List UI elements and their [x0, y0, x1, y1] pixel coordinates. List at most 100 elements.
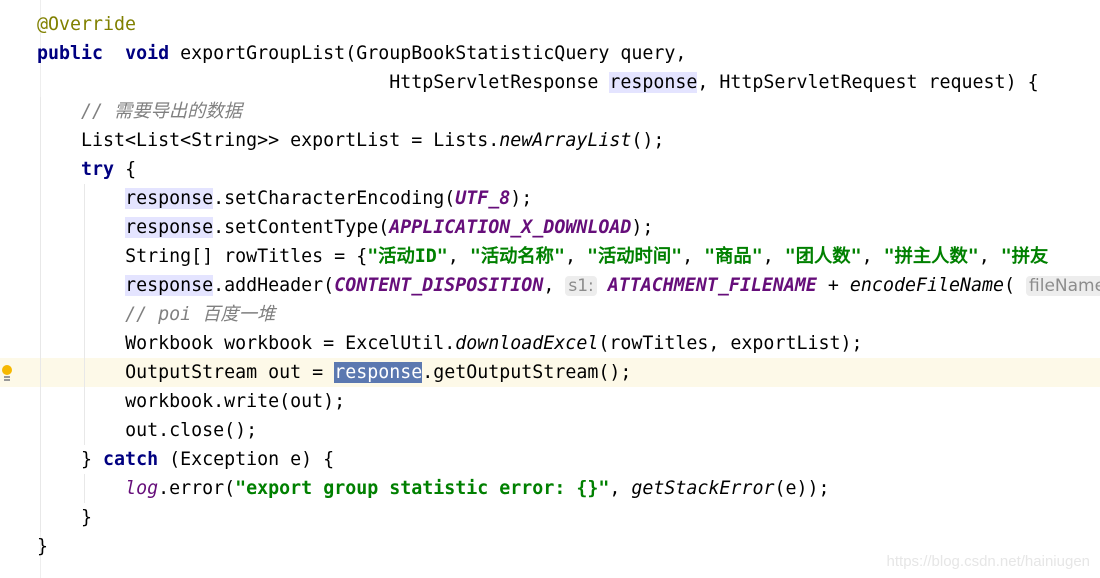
constant: APPLICATION_X_DOWNLOAD — [389, 217, 632, 238]
indent-guide — [40, 329, 41, 358]
keyword: catch — [103, 449, 159, 470]
indent-guide — [40, 155, 41, 184]
code-line[interactable]: workbook.write(out); — [0, 387, 1100, 416]
code-text: , HttpServletRequest request) { — [697, 72, 1039, 93]
code-line[interactable]: List<List<String>> exportList = Lists.ne… — [0, 126, 1100, 155]
code-line[interactable]: response.setCharacterEncoding(UTF_8); — [0, 184, 1100, 213]
string-literal: "活动ID" — [367, 246, 448, 267]
code-text: ); — [510, 188, 533, 209]
selected-text: response — [334, 362, 423, 383]
watermark: https://blog.csdn.net/hainiugen — [886, 553, 1090, 570]
indent-guide — [84, 416, 85, 445]
reference-highlight: response — [125, 217, 214, 238]
code-text: String[] rowTitles = { — [125, 246, 368, 267]
string-literal: "团人数" — [784, 246, 862, 267]
code-text: (rowTitles, exportList); — [598, 333, 863, 354]
code-line[interactable]: } — [0, 503, 1100, 532]
indent-guide — [40, 242, 41, 271]
constant: ATTACHMENT_FILENAME — [607, 275, 817, 296]
code-line[interactable]: log.error("export group statistic error:… — [0, 474, 1100, 503]
indent-guide — [84, 271, 85, 300]
parameter-hint: fileName — [1026, 276, 1100, 296]
string-literal: "活动时间" — [586, 246, 683, 267]
indent-guide — [40, 445, 41, 474]
code-text: ( — [1004, 275, 1027, 296]
code-text: , — [682, 246, 705, 267]
indent-guide — [40, 416, 41, 445]
reference-highlight: response — [609, 72, 698, 93]
code-text: } — [81, 507, 93, 528]
indent-guide — [40, 300, 41, 329]
code-text: HttpServletResponse — [389, 72, 610, 93]
parameter-hint: s1: — [565, 276, 597, 296]
indent-guide — [40, 503, 41, 532]
code-text: { — [114, 159, 137, 180]
code-text: workbook.write(out); — [125, 391, 346, 412]
indent-guide — [40, 387, 41, 416]
code-text: } — [81, 449, 104, 470]
code-text: , — [543, 275, 566, 296]
string-literal: "拼主人数" — [883, 246, 979, 267]
static-method: newArrayList — [499, 130, 632, 151]
code-text: List<List<String>> exportList = Lists. — [81, 130, 500, 151]
keyword: public — [37, 43, 104, 64]
code-line[interactable]: HttpServletResponse response, HttpServle… — [0, 68, 1100, 97]
code-text: } — [37, 536, 49, 557]
annotation: @Override — [37, 14, 137, 35]
string-literal: "export group statistic error: {}" — [235, 478, 610, 499]
static-field: log — [125, 478, 159, 499]
indent-guide — [40, 213, 41, 242]
code-text: .addHeader( — [213, 275, 335, 296]
indent-guide — [84, 358, 85, 387]
constant: CONTENT_DISPOSITION — [334, 275, 544, 296]
code-text: exportGroupList(GroupBookStatisticQuery … — [169, 43, 687, 64]
indent-guide — [40, 474, 41, 503]
reference-highlight: response — [125, 275, 214, 296]
code-text: ); — [631, 217, 654, 238]
intention-bulb-icon[interactable] — [2, 365, 12, 378]
code-line[interactable]: // poi 百度一堆 — [0, 300, 1100, 329]
code-line[interactable]: public void exportGroupList(GroupBookSta… — [0, 39, 1100, 68]
indent-guide — [40, 126, 41, 155]
code-line[interactable]: // 需要导出的数据 — [0, 97, 1100, 126]
code-text: OutputStream out = — [125, 362, 335, 383]
code-text: , — [564, 246, 587, 267]
code-line[interactable]: try { — [0, 155, 1100, 184]
static-method: getStackError — [631, 478, 775, 499]
indent-guide — [84, 242, 85, 271]
code-text: (Exception e) { — [158, 449, 335, 470]
indent-guide — [84, 329, 85, 358]
code-text: , — [762, 246, 785, 267]
code-line[interactable]: out.close(); — [0, 416, 1100, 445]
keyword: void — [125, 43, 170, 64]
code-line[interactable]: Workbook workbook = ExcelUtil.downloadEx… — [0, 329, 1100, 358]
indent-guide — [84, 300, 85, 329]
code-text: (e)); — [774, 478, 830, 499]
code-line[interactable]: OutputStream out = response.getOutputStr… — [0, 358, 1100, 387]
code-line[interactable]: @Override — [0, 10, 1100, 39]
code-line[interactable]: String[] rowTitles = {"活动ID", "活动名称", "活… — [0, 242, 1100, 271]
static-method: downloadExcel — [455, 333, 599, 354]
code-text: + — [816, 275, 850, 296]
code-text: , — [447, 246, 470, 267]
code-text: .setCharacterEncoding( — [213, 188, 456, 209]
code-line[interactable]: } catch (Exception e) { — [0, 445, 1100, 474]
indent-guide — [40, 184, 41, 213]
reference-highlight: response — [125, 188, 214, 209]
code-text: , — [861, 246, 884, 267]
indent-guide — [84, 474, 85, 503]
code-line[interactable]: response.setContentType(APPLICATION_X_DO… — [0, 213, 1100, 242]
code-text: .error( — [158, 478, 236, 499]
indent-guide — [84, 387, 85, 416]
indent-guide — [84, 213, 85, 242]
keyword: try — [81, 159, 115, 180]
code-editor[interactable]: @Override public void exportGroupList(Gro… — [0, 10, 1100, 561]
string-literal: "商品" — [704, 246, 763, 267]
comment: // poi 百度一堆 — [125, 304, 276, 325]
string-literal: "活动名称" — [469, 246, 565, 267]
code-text: , — [978, 246, 1001, 267]
code-line[interactable]: response.addHeader(CONTENT_DISPOSITION, … — [0, 271, 1100, 300]
